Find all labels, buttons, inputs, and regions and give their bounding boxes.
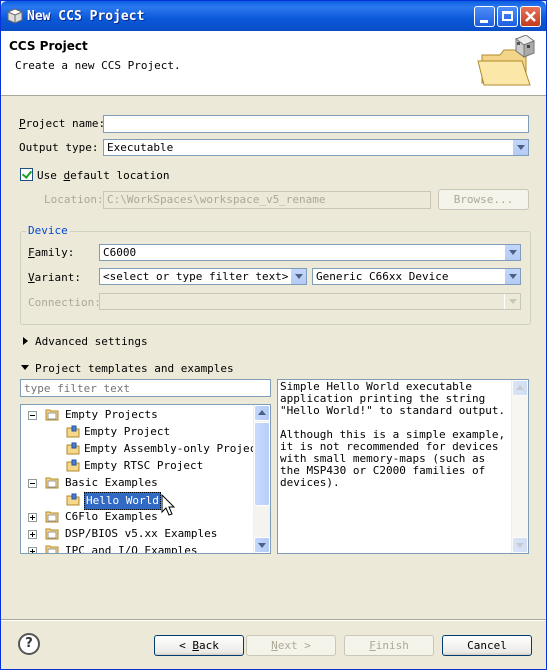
device-group-title: Device — [26, 224, 70, 237]
templates-section-toggle[interactable]: Project templates and examples — [35, 362, 234, 375]
template-tree[interactable]: Empty Projects Empty Project Empty Assembl… — [20, 404, 271, 554]
expand-icon[interactable] — [28, 513, 37, 522]
chevron-down-icon — [504, 269, 520, 284]
scroll-down-button[interactable] — [254, 537, 270, 553]
advanced-settings-toggle[interactable]: Advanced settings — [35, 335, 148, 348]
title-bar[interactable]: New CCS Project — [1, 1, 546, 31]
browse-button[interactable]: Browse... — [438, 189, 529, 210]
close-button[interactable] — [520, 6, 541, 27]
use-default-location-checkbox[interactable] — [20, 168, 33, 181]
variant-filter-select[interactable]: <select or type filter text> — [99, 268, 307, 285]
page-title: CCS Project — [9, 39, 88, 53]
collapse-arrow-icon[interactable] — [21, 365, 29, 370]
scroll-up-button[interactable] — [254, 405, 270, 421]
ccs-cube-icon — [7, 8, 23, 24]
footer-divider — [1, 619, 546, 621]
variant-label: Variant: — [28, 271, 81, 284]
next-button[interactable]: Next > — [246, 635, 336, 656]
collapse-icon[interactable] — [28, 479, 37, 488]
expand-icon[interactable] — [28, 530, 37, 539]
project-template-icon — [66, 493, 81, 506]
chevron-down-icon — [258, 543, 266, 548]
use-default-location-label: Use default location — [37, 169, 170, 182]
project-template-icon — [66, 425, 81, 438]
output-type-label: Output type: — [19, 141, 99, 154]
maximize-button[interactable] — [497, 6, 518, 27]
template-filter-input[interactable] — [20, 379, 271, 397]
tree-node-label: Empty Project — [84, 425, 171, 438]
family-label: Family: — [28, 246, 75, 259]
window-title: New CCS Project — [27, 9, 145, 24]
family-select[interactable]: C6000 — [99, 244, 521, 261]
expand-arrow-icon[interactable] — [23, 337, 28, 345]
tree-node-label: IPC and I/O Examples — [65, 544, 198, 554]
mouse-cursor-icon — [161, 494, 176, 516]
chevron-down-icon — [504, 245, 520, 260]
output-type-value: Executable — [107, 141, 174, 154]
help-button[interactable]: ? — [18, 633, 40, 655]
chevron-down-icon — [512, 140, 528, 155]
dialog-window: New CCS Project CCS Project Create a new… — [0, 0, 547, 670]
location-input[interactable]: C:\WorkSpaces\workspace_v5_rename — [103, 191, 431, 209]
connection-select[interactable] — [99, 293, 521, 310]
description-vertical-scrollbar[interactable] — [511, 380, 528, 553]
new-project-folder-icon — [477, 35, 536, 86]
folder-icon — [45, 527, 60, 540]
close-icon — [525, 11, 536, 22]
minimize-button[interactable] — [474, 6, 495, 27]
project-template-icon — [66, 459, 81, 472]
project-template-icon — [66, 442, 81, 455]
finish-button[interactable]: Finish — [344, 635, 434, 656]
scroll-up-button[interactable] — [512, 380, 528, 396]
chevron-up-icon — [516, 385, 524, 390]
template-description: Simple Hello World executable applicatio… — [280, 380, 506, 489]
tree-node-label: Empty Projects — [65, 408, 158, 421]
variant-value: Generic C66xx Device — [316, 270, 449, 283]
tree-node-label: C6Flo Examples — [65, 510, 158, 523]
output-type-select[interactable]: Executable — [103, 139, 529, 156]
tree-node-label: Empty Assembly-only Project — [84, 442, 263, 455]
tree-node-label: DSP/BIOS v5.xx Examples — [65, 527, 218, 540]
chevron-down-icon — [290, 269, 306, 284]
folder-icon — [45, 476, 60, 489]
project-name-input[interactable] — [103, 115, 529, 133]
dialog-header: CCS Project Create a new CCS Project. — [1, 31, 546, 96]
folder-icon — [45, 544, 60, 553]
variant-filter-value: <select or type filter text> — [103, 270, 289, 283]
location-label: Location: — [44, 193, 104, 206]
folder-icon — [45, 408, 60, 421]
tree-node-label: Basic Examples — [65, 476, 158, 489]
tree-vertical-scrollbar[interactable] — [253, 405, 270, 553]
template-description-panel: Simple Hello World executable applicatio… — [277, 379, 529, 554]
chevron-down-icon — [516, 543, 524, 548]
scroll-down-button[interactable] — [512, 537, 528, 553]
variant-select[interactable]: Generic C66xx Device — [312, 268, 521, 285]
maximize-icon — [502, 11, 513, 21]
minimize-icon — [480, 20, 488, 23]
back-button[interactable]: < Back — [154, 635, 244, 656]
expand-icon[interactable] — [28, 547, 37, 553]
project-name-label: Project name: — [19, 117, 106, 130]
collapse-icon[interactable] — [28, 411, 37, 420]
tree-node-label: Empty RTSC Project — [84, 459, 204, 472]
scroll-thumb[interactable] — [254, 422, 270, 506]
chevron-up-icon — [258, 410, 266, 415]
chevron-down-icon — [504, 294, 520, 309]
cancel-button[interactable]: Cancel — [442, 635, 532, 656]
folder-icon — [45, 510, 60, 523]
family-value: C6000 — [103, 246, 137, 259]
connection-label: Connection: — [28, 296, 101, 309]
page-subtitle: Create a new CCS Project. — [15, 59, 181, 72]
tree-node-label: Hello World — [84, 492, 161, 510]
